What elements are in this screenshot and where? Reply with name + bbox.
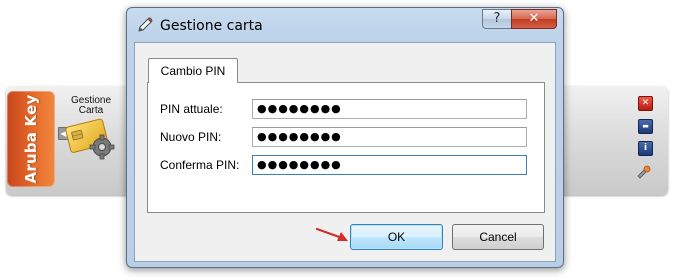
edit-icon	[136, 16, 154, 37]
app-info-button[interactable]: i	[638, 141, 653, 156]
help-icon: ?	[493, 11, 501, 26]
app-minimize-icon: ▬	[642, 122, 649, 130]
help-button[interactable]: ?	[482, 9, 511, 29]
nuovo-pin-label: Nuovo PIN:	[160, 130, 222, 144]
gestione-carta-label[interactable]: Gestione Carta	[64, 96, 118, 116]
conferma-pin-field[interactable]: ●●●●●●●●	[252, 155, 527, 175]
dialog-close-button[interactable]: ✕	[511, 9, 557, 29]
cambio-pin-panel: PIN attuale: ●●●●●●●● Nuovo PIN: ●●●●●●●…	[147, 82, 545, 213]
aruba-key-logo: Aruba Key	[7, 91, 55, 187]
titlebar-buttons: ? ✕	[482, 9, 557, 29]
tab-label: Cambio PIN	[160, 64, 226, 78]
pin-attuale-field[interactable]: ●●●●●●●●	[252, 99, 527, 119]
dialog-title: Gestione carta	[160, 18, 263, 34]
app-minimize-button[interactable]: ▬	[638, 119, 653, 134]
nuovo-pin-field[interactable]: ●●●●●●●●	[252, 127, 527, 147]
gestione-carta-dialog: Gestione carta ? ✕ Cambio PIN PIN attual…	[126, 7, 564, 268]
dialog-client-area: Cambio PIN PIN attuale: ●●●●●●●● Nuovo P…	[134, 42, 556, 262]
ok-button[interactable]: OK	[350, 224, 443, 250]
tab-cambio-pin[interactable]: Cambio PIN	[148, 58, 238, 83]
settings-tool-icon[interactable]	[636, 165, 652, 182]
pin-attuale-label: PIN attuale:	[160, 102, 223, 116]
app-close-button[interactable]: ✕	[638, 96, 653, 111]
arrow-pointer-icon	[315, 226, 351, 247]
smartcard-gear-icon[interactable]	[64, 115, 120, 168]
app-close-icon: ✕	[641, 98, 650, 108]
dialog-titlebar[interactable]: Gestione carta ? ✕	[127, 8, 563, 41]
conferma-pin-label: Conferma PIN:	[160, 158, 240, 172]
cancel-button[interactable]: Cancel	[452, 224, 544, 250]
app-info-icon: i	[643, 143, 648, 153]
aruba-key-brand-text: Aruba Key	[22, 94, 40, 184]
close-icon: ✕	[528, 11, 540, 26]
